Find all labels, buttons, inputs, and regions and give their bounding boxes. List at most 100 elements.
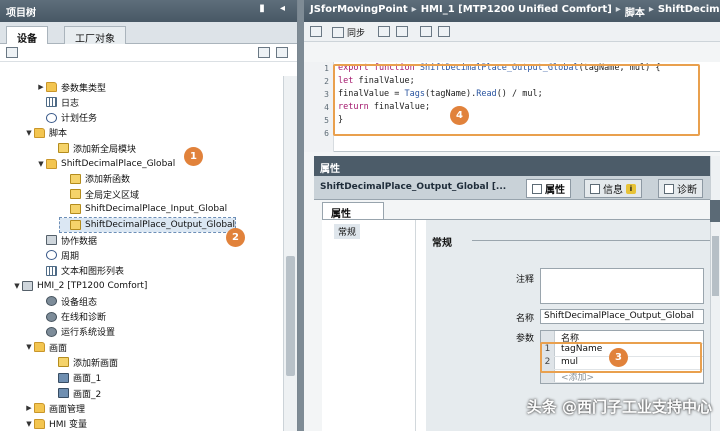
tree-item[interactable]: 在线和诊断 [36,310,106,324]
line-number: 5 [324,116,329,125]
sync-button[interactable]: 同步 [332,26,365,39]
clock-icon [46,112,57,123]
grid-view-icon[interactable] [258,47,270,58]
tree-item[interactable]: ▼ HMI_2 [TP1200 Comfort] [12,279,147,293]
tree-scrollbar[interactable] [283,76,297,431]
tree-item[interactable]: 协作数据 [36,233,97,247]
watermark: 头条 @西门子工业支持中心 [526,398,712,416]
collapse-arrow-icon[interactable]: ▼ [24,420,34,428]
clear-breakpoint-icon[interactable] [438,26,450,37]
tree-item[interactable]: ShiftDecimalPlace_Output_Global [58,216,237,233]
tree-item[interactable]: ▶ 参数集类型 [36,80,106,94]
tab-info-label: 信息 [603,185,623,196]
tab-diagnostics[interactable]: 诊断 [658,179,703,198]
tree-item-label: HMI 变量 [49,420,88,431]
expand-arrow-icon[interactable]: ▶ [36,83,46,91]
tree-item[interactable]: 画面_1 [48,371,101,385]
grid-icon [46,97,57,108]
tree-item[interactable]: ▼ 脚本 [24,126,67,140]
clock-icon [46,250,57,261]
breadcrumb-item[interactable]: HMI_1 [MTP1200 Unified Comfort] [421,4,612,18]
list-view-icon[interactable] [276,47,288,58]
subtab-properties[interactable]: 属性 [322,202,384,220]
collapse-arrow-icon[interactable]: ▼ [24,343,34,351]
breadcrumb-item[interactable]: 脚本 [625,4,645,19]
name-field[interactable]: ShiftDecimalPlace_Output_Global [540,309,704,324]
comment-field[interactable] [540,268,704,304]
tree-item-label: 全局定义区域 [85,190,140,201]
tab-plant-objects[interactable]: 工厂对象 [64,26,126,45]
format-icon[interactable] [396,26,408,37]
tree-item[interactable]: ▼ ShiftDecimalPlace_Global [36,157,175,171]
line-number: 2 [324,77,329,86]
panel-controls[interactable]: ▮ ◂ [259,3,291,14]
line-number: 4 [324,103,329,112]
compile-icon[interactable] [310,26,322,37]
task-card-tab[interactable] [710,200,720,222]
tree-item-label: 添加新画面 [73,358,119,369]
tree-item[interactable]: 运行系统设置 [36,325,115,339]
tree-item-label: 画面 [49,343,68,354]
collapse-arrow-icon[interactable]: ▼ [12,282,22,290]
tree-item-label: 周期 [61,251,80,262]
tree-item-label: 参数集类型 [61,83,107,94]
project-tree-toolbar [0,44,297,62]
tree-scroll-thumb[interactable] [286,256,295,376]
breadcrumb-item[interactable]: ShiftDecimal [658,4,720,18]
tree-item-label: 文本和图形列表 [61,267,125,278]
screen-icon [58,372,69,383]
project-tree-tabs: 设备 工厂对象 [0,22,297,45]
tree-item[interactable]: 计划任务 [36,111,97,125]
collapse-arrow-icon[interactable]: ▼ [24,129,34,137]
nav-item-general[interactable]: 常规 [334,224,361,239]
tree-item-label: 计划任务 [61,114,98,125]
tree-item[interactable]: ▶ 画面管理 [24,401,85,415]
diagnostics-icon [664,183,674,194]
tree-item[interactable]: ▼ HMI 变量 [24,417,87,431]
line-number: 6 [324,129,329,138]
project-tree-title-bar: 项目树 ▮ ◂ [0,0,297,22]
properties-title-bar: ShiftDecimalPlace_Output_Global [... 属性 … [314,176,720,200]
js-icon [58,143,69,154]
tree-item[interactable]: 添加新画面 [48,355,118,369]
tree-item[interactable]: 周期 [36,248,79,262]
collapse-arrow-icon[interactable]: ▼ [36,160,46,168]
tree-item-label: 设备组态 [61,297,98,308]
tree-item[interactable]: ▼ 画面 [24,340,67,354]
callout-badge-4: 4 [450,106,469,125]
properties-scroll-thumb[interactable] [712,236,719,296]
tab-properties[interactable]: 属性 [526,179,571,198]
name-label: 名称 [516,314,535,324]
tab-diagnostics-label: 诊断 [677,185,697,196]
properties-scrollbar[interactable] [710,156,720,431]
snippet-icon[interactable] [378,26,390,37]
section-title: 常规 [432,238,452,249]
tree-item-label: 运行系统设置 [61,328,116,339]
info-tab-icon [590,183,600,194]
tree-item[interactable]: 文本和图形列表 [36,264,124,278]
tab-info[interactable]: 信息 i [584,179,642,198]
expand-arrow-icon[interactable]: ▶ [24,404,34,412]
breadcrumb-separator: ▸ [615,4,621,15]
line-number-gutter: 1 2 3 4 5 6 [304,62,334,152]
breakpoint-icon[interactable] [420,26,432,37]
tree-item[interactable]: ShiftDecimalPlace_Input_Global [60,202,227,216]
tab-devices[interactable]: 设备 [6,26,48,45]
properties-nav: 常规 [322,220,416,431]
breadcrumb-separator: ▸ [411,4,417,15]
tree-item[interactable]: 添加新全局模块 [48,141,136,155]
code-highlight-box [333,64,700,136]
sync-icon [332,27,344,38]
tree-item-label: 添加新函数 [85,175,131,186]
tree-item[interactable]: 画面_2 [48,386,101,400]
overview-icon[interactable] [6,47,18,58]
search-icon [532,183,542,194]
callout-badge-2: 2 [226,228,245,247]
tree-item[interactable]: 设备组态 [36,294,97,308]
tree-item[interactable]: 添加新函数 [60,172,130,186]
tree-item[interactable]: 日志 [36,95,79,109]
breadcrumb-item[interactable]: JSforMovingPoint [310,4,408,18]
js-icon [70,204,81,215]
editor-toolbar: 同步 [304,22,720,42]
tree-item[interactable]: 全局定义区域 [60,187,139,201]
